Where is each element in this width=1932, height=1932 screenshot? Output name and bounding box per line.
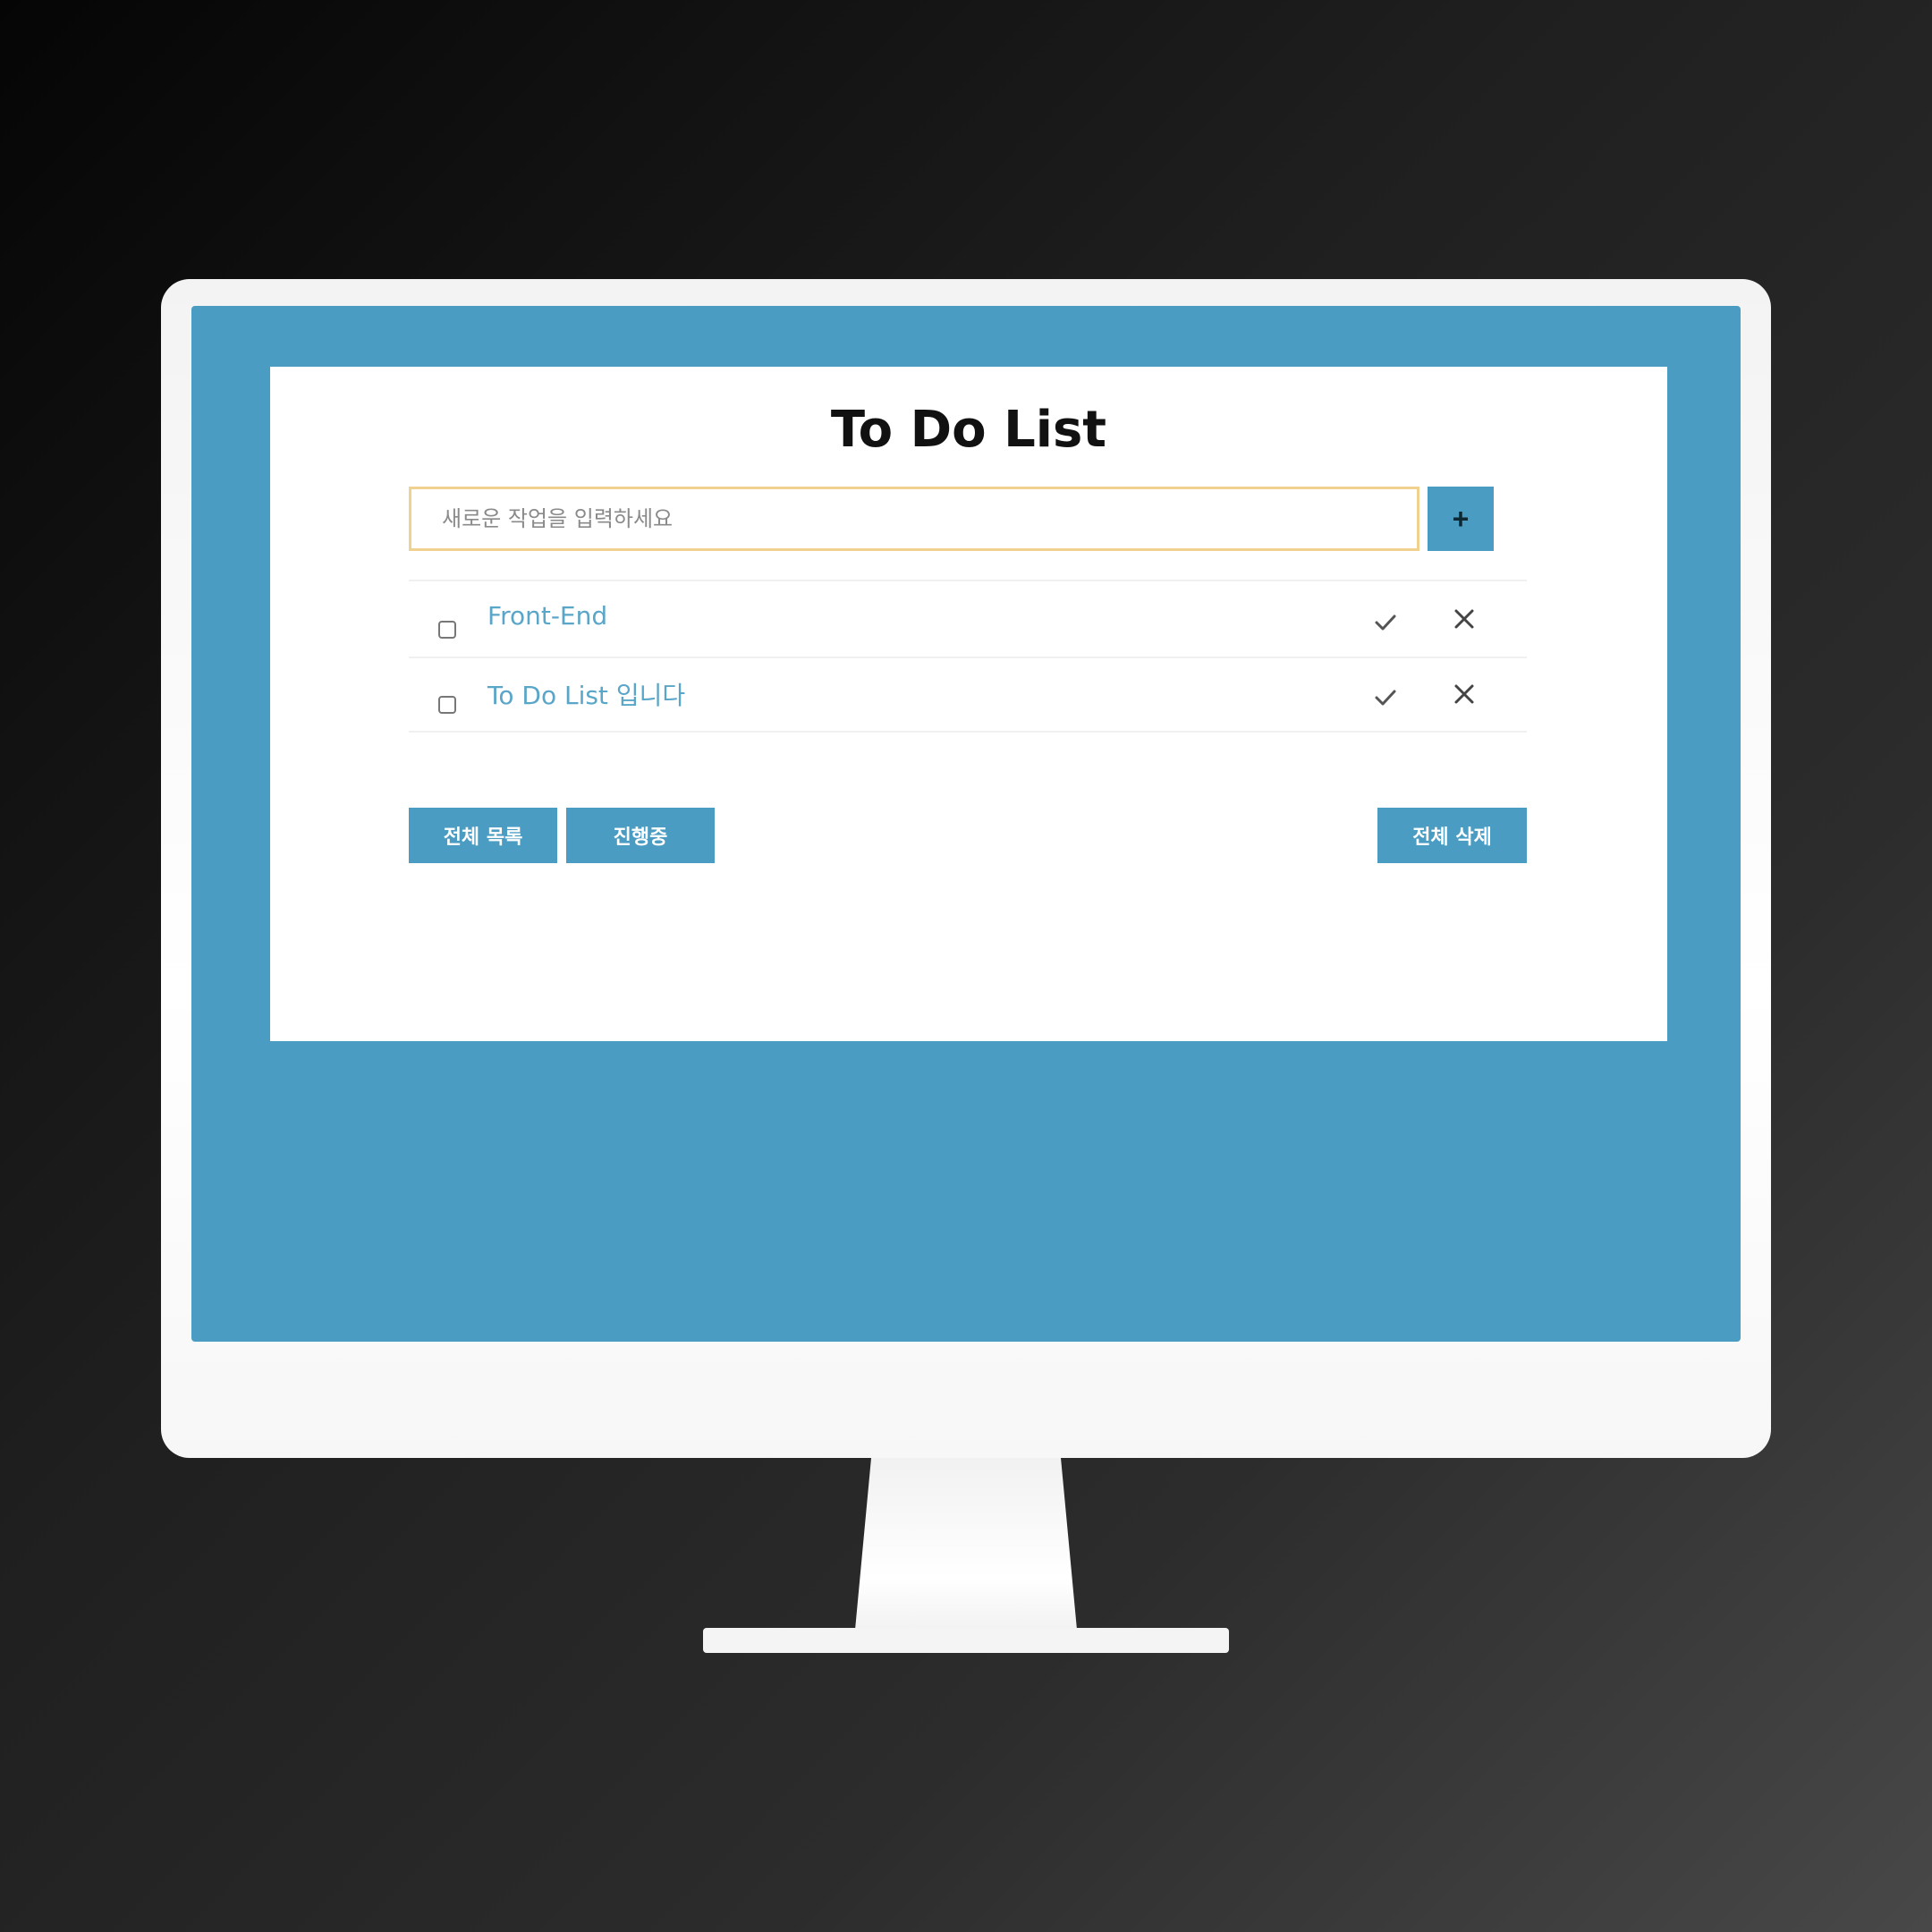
list-divider [409, 731, 1527, 733]
monitor-stand-base [703, 1628, 1229, 1653]
todo-text: Front-End [487, 601, 608, 631]
check-icon[interactable] [1369, 606, 1402, 639]
monitor-stand-neck [855, 1458, 1077, 1630]
page-title: To Do List [830, 401, 1107, 459]
close-icon[interactable] [1448, 603, 1480, 635]
all-list-button[interactable]: 전체 목록 [409, 808, 557, 863]
todo-checkbox[interactable] [438, 696, 456, 714]
new-task-input[interactable] [409, 487, 1419, 551]
todo-checkbox[interactable] [438, 621, 456, 639]
in-progress-button[interactable]: 진행중 [566, 808, 715, 863]
todo-item: Front-End [409, 583, 1527, 657]
todo-item: To Do List 입니다 [409, 658, 1527, 732]
todo-text: To Do List 입니다 [487, 681, 686, 710]
list-divider [409, 580, 1527, 581]
add-task-button[interactable]: + [1428, 487, 1494, 551]
close-icon[interactable] [1448, 678, 1480, 710]
delete-all-button[interactable]: 전체 삭제 [1377, 808, 1527, 863]
check-icon[interactable] [1369, 682, 1402, 714]
